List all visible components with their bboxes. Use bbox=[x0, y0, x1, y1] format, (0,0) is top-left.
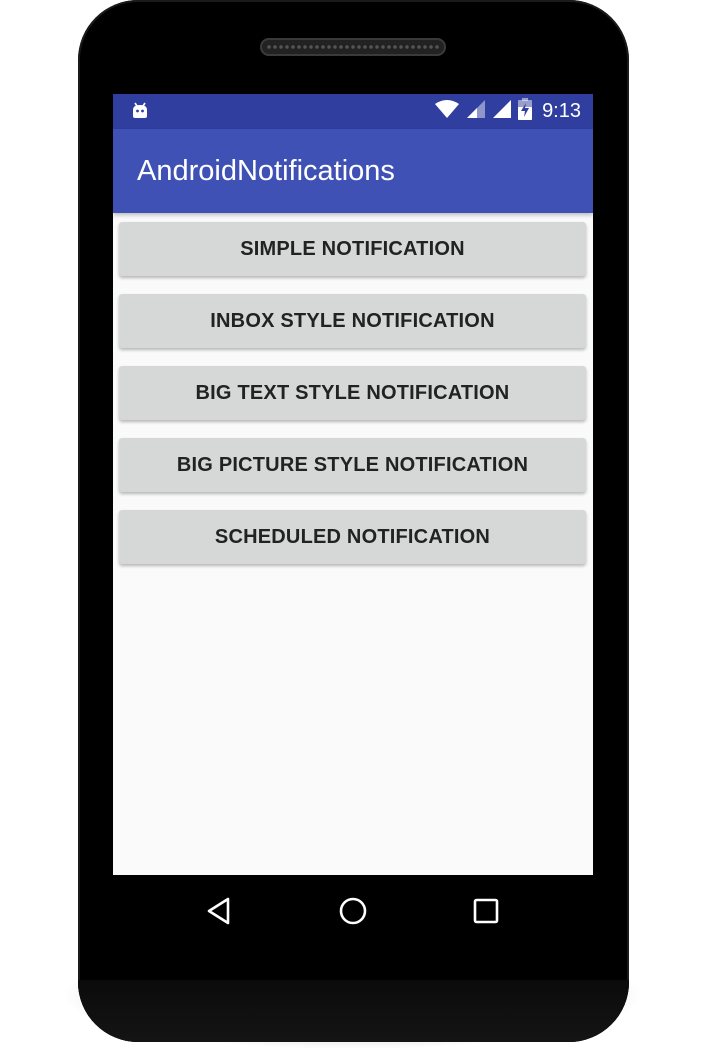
screen: 9:13 AndroidNotifications SIMPLE NOTIFIC… bbox=[113, 94, 593, 875]
big-picture-style-notification-button[interactable]: BIG PICTURE STYLE NOTIFICATION bbox=[119, 438, 586, 492]
status-icons: 9:13 bbox=[434, 94, 581, 129]
speaker-grille bbox=[260, 38, 446, 56]
status-bar: 9:13 bbox=[113, 94, 593, 129]
device-mockup: 9:13 AndroidNotifications SIMPLE NOTIFIC… bbox=[0, 0, 705, 1064]
wifi-icon bbox=[434, 99, 460, 124]
cell-signal-icon bbox=[466, 99, 486, 124]
scheduled-notification-button[interactable]: SCHEDULED NOTIFICATION bbox=[119, 510, 586, 564]
android-debug-icon bbox=[130, 101, 150, 121]
phone-chin bbox=[78, 980, 629, 1042]
cell-signal-icon bbox=[492, 99, 512, 124]
recents-icon[interactable] bbox=[470, 895, 502, 927]
inbox-style-notification-button[interactable]: INBOX STYLE NOTIFICATION bbox=[119, 294, 586, 348]
home-icon[interactable] bbox=[337, 895, 369, 927]
simple-notification-button[interactable]: SIMPLE NOTIFICATION bbox=[119, 222, 586, 276]
battery-charging-icon bbox=[518, 98, 533, 125]
navigation-bar bbox=[113, 875, 593, 947]
big-text-style-notification-button[interactable]: BIG TEXT STYLE NOTIFICATION bbox=[119, 366, 586, 420]
app-bar: AndroidNotifications bbox=[113, 129, 593, 213]
app-title: AndroidNotifications bbox=[137, 155, 395, 187]
button-list: SIMPLE NOTIFICATION INBOX STYLE NOTIFICA… bbox=[119, 222, 586, 582]
back-icon[interactable] bbox=[204, 895, 236, 927]
status-time: 9:13 bbox=[542, 100, 581, 122]
